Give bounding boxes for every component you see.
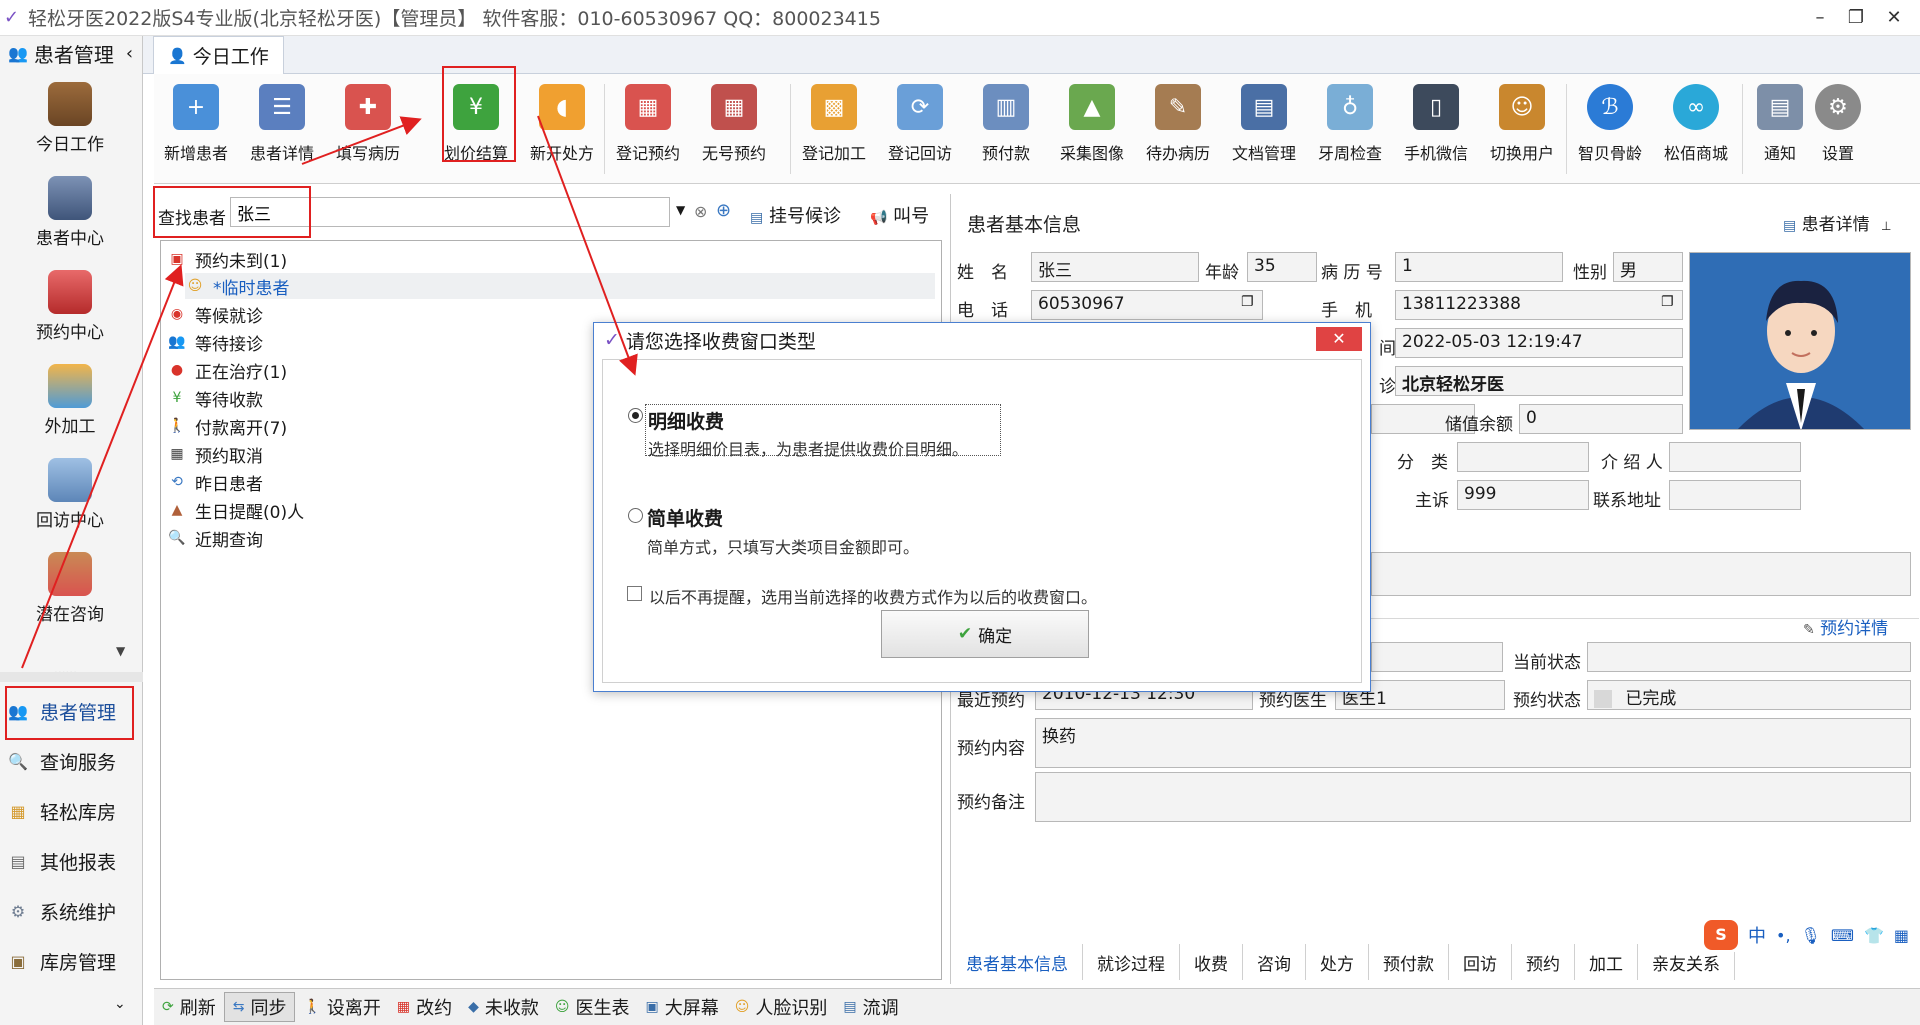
arrow-search-to-ribbon bbox=[301, 116, 422, 165]
arrow-sidebar-to-tree bbox=[21, 264, 184, 669]
arrow-settlement-to-dialog bbox=[537, 115, 638, 376]
annotation-arrows bbox=[21, 115, 638, 669]
